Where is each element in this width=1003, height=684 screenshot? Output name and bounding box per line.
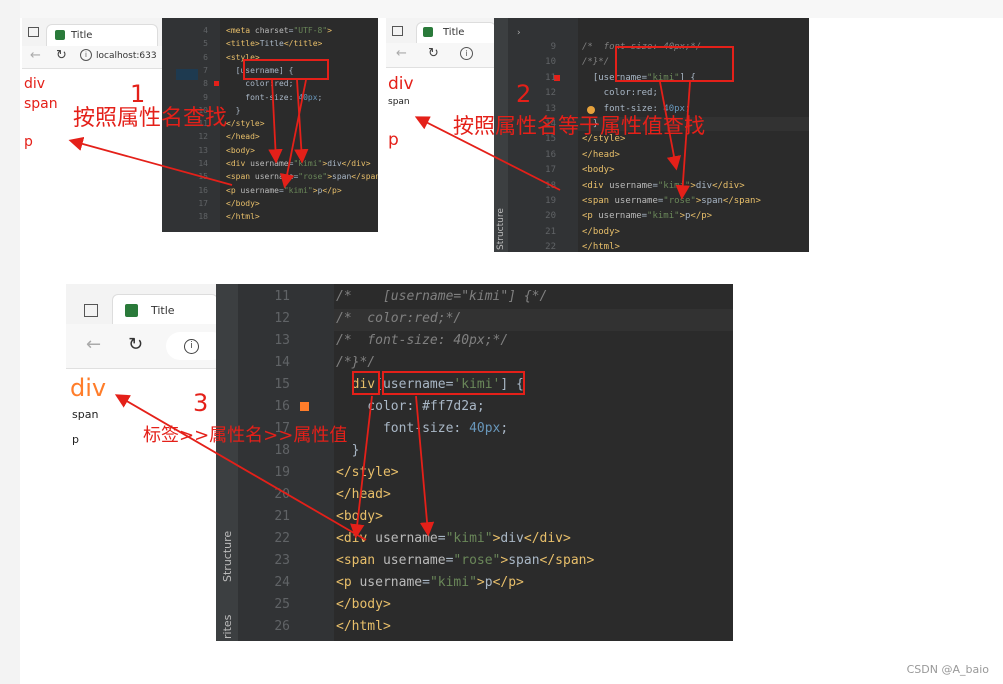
- arrow-3-attr-to-div: [415, 395, 435, 537]
- arrow-1-to-p: [280, 79, 307, 189]
- arrow-1-to-div: [268, 79, 283, 164]
- arrow-1-to-render: [68, 136, 233, 186]
- arrow-2-to-p: [675, 81, 691, 200]
- watermark: CSDN @A_baio: [906, 663, 989, 676]
- arrow-3-tag-to-div: [350, 395, 373, 539]
- arrow-2-to-render: [414, 116, 561, 191]
- annotation-arrows: [68, 79, 691, 541]
- arrow-2-to-div: [659, 81, 682, 171]
- arrow-3-to-render: [114, 394, 367, 541]
